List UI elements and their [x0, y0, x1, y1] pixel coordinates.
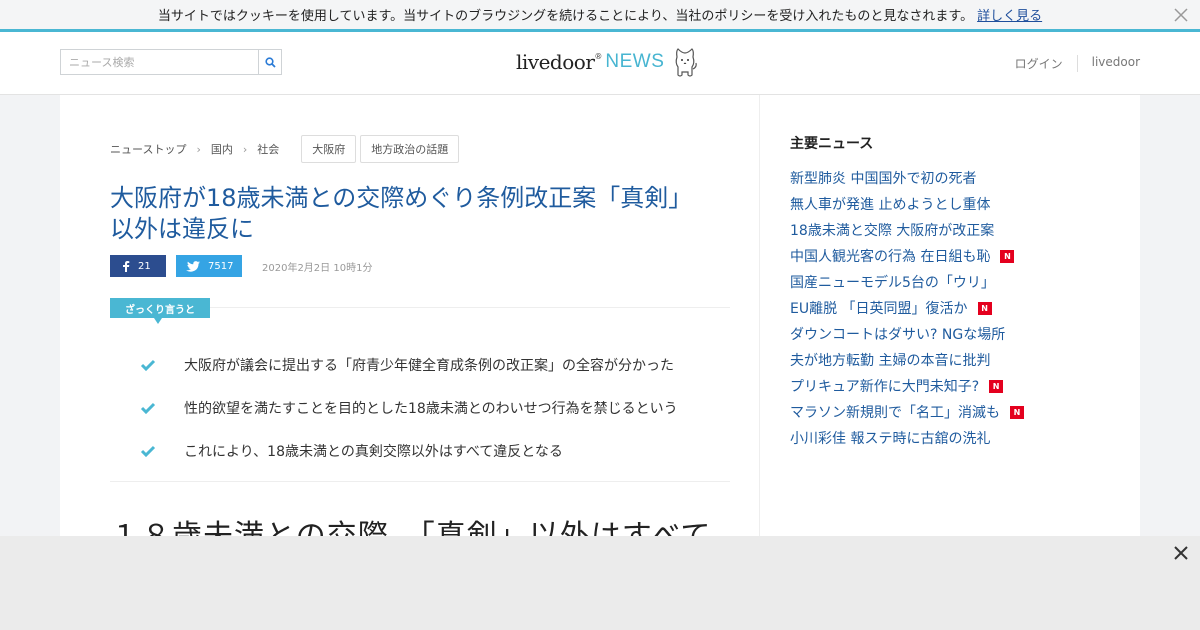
new-badge: N [1000, 249, 1015, 263]
dog-mascot-icon [675, 48, 698, 77]
summary-item: 大阪府が議会に提出する「府青少年健全育成条例の改正案」の全容が分かった [140, 343, 678, 386]
login-link[interactable]: ログイン [1015, 55, 1077, 72]
ad-overlay [0, 536, 1200, 630]
breadcrumb-item[interactable]: ニューストップ [110, 141, 186, 157]
cookie-details-link[interactable]: 詳しく見る [977, 5, 1042, 24]
close-icon[interactable] [1172, 6, 1190, 24]
sidebar-title: 主要ニュース [790, 136, 874, 152]
article-date: 2020年2月2日 10時1分 [262, 262, 373, 274]
cookie-banner: 当サイトではクッキーを使用しています。当サイトのブラウジングを続けることにより、… [0, 0, 1200, 32]
news-item: 小川彩佳 報ステ時に古舘の洗礼 [790, 425, 1140, 451]
news-link[interactable]: EU離脱 「日英同盟」復活か [790, 298, 968, 318]
close-icon[interactable] [1172, 544, 1190, 562]
content-area: ニューストップ › 国内 › 社会 大阪府 地方政治の話題 大阪府が18歳未満と… [60, 95, 1140, 554]
news-link[interactable]: 新型肺炎 中国国外で初の死者 [790, 168, 976, 188]
article-title: 大阪府が18歳未満との交際めぐり条例改正案「真剣」以外は違反に [110, 184, 693, 243]
chevron-right-icon: › [196, 142, 201, 156]
checkmark-icon [140, 445, 156, 457]
summary-text: これにより、18歳未満との真剣交際以外はすべて違反となる [184, 443, 563, 460]
twitter-share-button[interactable]: 7517 [176, 255, 242, 277]
checkmark-icon [140, 359, 156, 371]
livedoor-link[interactable]: livedoor [1076, 55, 1140, 72]
share-row: 21 7517 2020年2月2日 10時1分 [110, 255, 372, 277]
tag-osaka[interactable]: 大阪府 [301, 135, 357, 163]
new-badge: N [1010, 405, 1024, 419]
news-link[interactable]: プリキュア新作に大門未知子? [790, 376, 979, 396]
new-badge: N [989, 379, 1004, 393]
top-news-list: 新型肺炎 中国国外で初の死者 無人車が発進 止めようとし重体 18歳未満と交際 … [790, 165, 1140, 451]
logo-livedoor: livedoor [516, 50, 595, 74]
new-badge: N [977, 301, 992, 315]
news-link[interactable]: 小川彩佳 報ステ時に古舘の洗礼 [790, 428, 990, 448]
news-item: 夫が地方転勤 主婦の本音に批判 [790, 347, 1140, 373]
news-link[interactable]: 中国人観光客の行為 在日組も恥 [790, 246, 990, 266]
twitter-count: 7517 [208, 260, 234, 272]
news-item: 無人車が発進 止めようとし重体 [790, 191, 1140, 217]
breadcrumb: ニューストップ › 国内 › 社会 大阪府 地方政治の話題 [110, 135, 460, 163]
article-divider [110, 481, 730, 482]
logo-news: NEWS [605, 51, 665, 72]
cookie-text: 当サイトではクッキーを使用しています。当サイトのブラウジングを続けることにより、… [157, 9, 974, 24]
search-icon [264, 56, 276, 68]
news-item: マラソン新規則で「名工」消滅も N [790, 399, 1140, 425]
site-logo[interactable]: livedoor ® NEWS [516, 42, 698, 82]
sidebar: 主要ニュース 新型肺炎 中国国外で初の死者 無人車が発進 止めようとし重体 18… [760, 95, 1140, 536]
summary-list: 大阪府が議会に提出する「府青少年健全育成条例の改正案」の全容が分かった 性的欲望… [140, 343, 678, 472]
news-link[interactable]: 18歳未満と交際 大阪府が改正案 [790, 220, 994, 240]
news-item: 中国人観光客の行為 在日組も恥 N [790, 243, 1140, 269]
search-box [60, 49, 282, 75]
news-item: プリキュア新作に大門未知子? N [790, 373, 1140, 399]
logo-registered: ® [594, 51, 603, 61]
search-button[interactable] [258, 49, 282, 75]
news-item: EU離脱 「日英同盟」復活か N [790, 295, 1140, 321]
summary-item: これにより、18歳未満との真剣交際以外はすべて違反となる [140, 429, 678, 472]
summary-label: ざっくり言うと [110, 298, 210, 324]
news-link[interactable]: マラソン新規則で「名工」消滅も [790, 402, 1000, 422]
breadcrumb-item[interactable]: 国内 [211, 141, 233, 157]
news-link[interactable]: 夫が地方転勤 主婦の本音に批判 [790, 350, 990, 370]
news-link[interactable]: 国産ニューモデル5台の「ウリ」 [790, 272, 995, 292]
facebook-icon [123, 261, 130, 272]
summary-text: 性的欲望を満たすことを目的とした18歳未満とのわいせつ行為を禁じるという [184, 400, 678, 417]
checkmark-icon [140, 402, 156, 414]
twitter-icon [186, 260, 200, 272]
summary-text: 大阪府が議会に提出する「府青少年健全育成条例の改正案」の全容が分かった [184, 357, 674, 374]
news-link[interactable]: ダウンコートはダサい? NGな場所 [790, 324, 1005, 344]
news-item: 新型肺炎 中国国外で初の死者 [790, 165, 1140, 191]
news-link[interactable]: 無人車が発進 止めようとし重体 [790, 194, 990, 214]
header-links: ログイン livedoor [1015, 55, 1140, 72]
search-input[interactable] [60, 49, 258, 75]
facebook-count: 21 [138, 260, 151, 272]
site-header: livedoor ® NEWS ログイン livedoor [0, 32, 1200, 95]
news-item: ダウンコートはダサい? NGな場所 [790, 321, 1140, 347]
article-main: ニューストップ › 国内 › 社会 大阪府 地方政治の話題 大阪府が18歳未満と… [60, 95, 760, 554]
news-item: 18歳未満と交際 大阪府が改正案 [790, 217, 1140, 243]
breadcrumb-item[interactable]: 社会 [257, 141, 279, 157]
chevron-right-icon: › [242, 142, 248, 156]
facebook-share-button[interactable]: 21 [110, 255, 166, 277]
summary-item: 性的欲望を満たすことを目的とした18歳未満とのわいせつ行為を禁じるという [140, 386, 678, 429]
news-item: 国産ニューモデル5台の「ウリ」 [790, 269, 1140, 295]
summary-divider [210, 307, 730, 308]
tag-local-politics[interactable]: 地方政治の話題 [360, 135, 460, 163]
